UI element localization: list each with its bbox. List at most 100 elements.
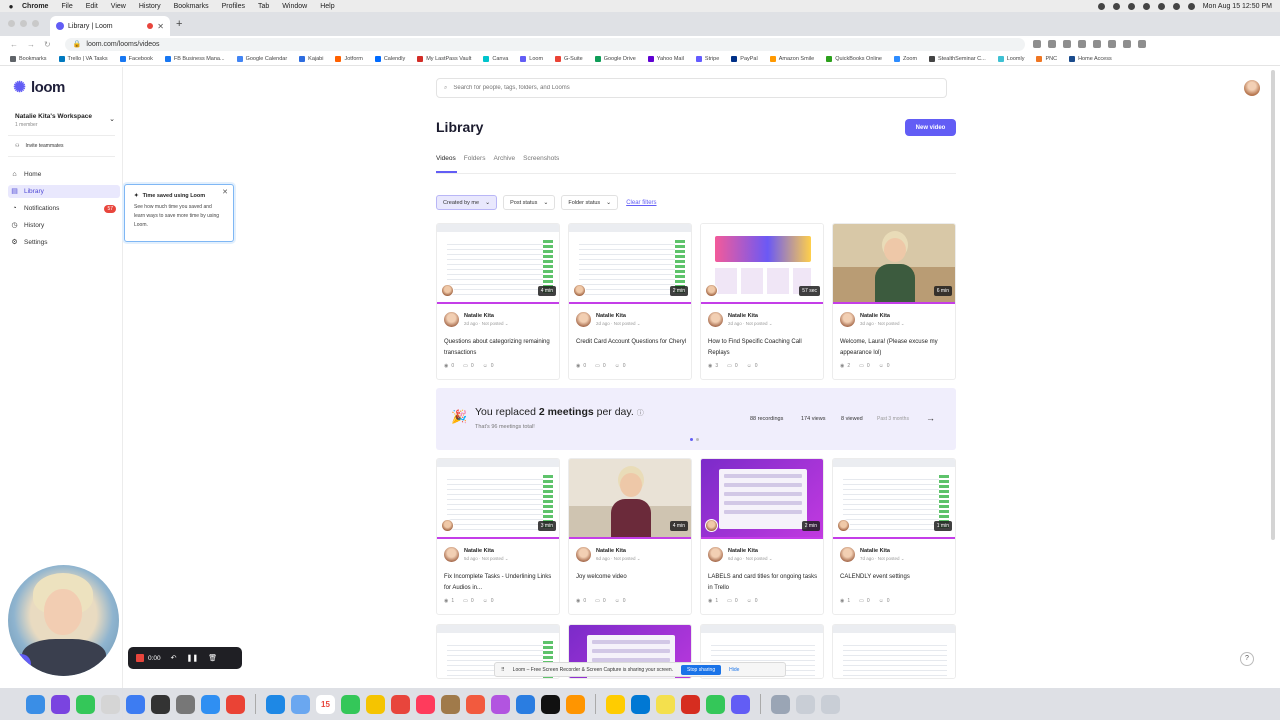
bookmark-item[interactable]: FB Business Mana... <box>164 55 225 62</box>
bookmark-item[interactable]: My LastPass Vault <box>417 55 471 62</box>
video-thumbnail[interactable]: 6 min <box>833 224 955 304</box>
messenger-icon[interactable] <box>631 694 650 714</box>
close-window-icon[interactable] <box>8 20 15 27</box>
bookmark-item[interactable]: QuickBooks Online <box>826 55 882 62</box>
wifi-icon[interactable] <box>1172 2 1180 10</box>
bookmark-item[interactable]: Canva <box>483 55 508 62</box>
pagination-dot[interactable] <box>690 438 693 441</box>
menu-view[interactable]: View <box>111 3 126 10</box>
status-icon[interactable] <box>1097 2 1105 10</box>
post-status[interactable]: Not posted <box>614 321 636 326</box>
video-title[interactable]: Fix Incomplete Tasks - Underlining Links… <box>444 572 556 594</box>
pencil-icon[interactable] <box>606 694 625 714</box>
extension-icon[interactable] <box>1047 40 1056 48</box>
system-preferences-icon[interactable] <box>101 694 120 714</box>
bookmark-item[interactable]: PayPal <box>731 55 758 62</box>
menu-clock[interactable]: Mon Aug 15 12:50 PM <box>1203 3 1272 10</box>
status-icon[interactable] <box>1142 2 1150 10</box>
sidebar-item-home[interactable]: ⌂ Home <box>8 168 120 181</box>
notes-icon[interactable] <box>366 694 385 714</box>
new-video-button[interactable]: New video <box>905 119 956 136</box>
tab-archive[interactable]: Archive <box>493 155 515 162</box>
loom-logo[interactable]: ✺ loom <box>12 79 65 96</box>
time-saved-tooltip[interactable]: ✦ Time saved using Loom See how much tim… <box>124 184 234 242</box>
avatar[interactable] <box>1244 80 1260 96</box>
invite-teammates-button[interactable]: ⚇ Invite teammates <box>15 143 64 149</box>
search-bar[interactable]: ⌕ <box>436 78 947 98</box>
video-card[interactable]: 1 min Natalie Kita 7d ago · Not posted ⌄ CA… <box>832 458 956 615</box>
extension-icon[interactable] <box>1077 40 1086 48</box>
extension-icon[interactable] <box>1107 40 1116 48</box>
menu-edit[interactable]: Edit <box>86 3 98 10</box>
trash-icon[interactable] <box>821 694 840 714</box>
app-store-icon[interactable] <box>126 694 145 714</box>
bookmark-item[interactable]: Amazon Smile <box>769 55 814 62</box>
video-card[interactable]: 57 sec Natalie Kita 2d ago · Not posted ⌄ H… <box>700 223 824 380</box>
lightbulb-icon[interactable] <box>656 694 675 714</box>
reload-icon[interactable]: ↻ <box>44 40 51 49</box>
post-status[interactable]: Not posted <box>746 321 768 326</box>
music-icon[interactable] <box>466 694 485 714</box>
safari-icon[interactable] <box>201 694 220 714</box>
folder-icon[interactable] <box>771 694 790 714</box>
numbers-icon[interactable] <box>706 694 725 714</box>
bookmark-item[interactable]: Home Access <box>1069 55 1112 62</box>
stop-sharing-button[interactable]: Stop sharing <box>681 664 722 675</box>
gear-icon[interactable]: ✺ <box>11 654 31 674</box>
messages-icon[interactable] <box>341 694 360 714</box>
help-button[interactable]: ? <box>1240 652 1254 666</box>
bookmark-item[interactable]: Calendly <box>374 55 405 62</box>
filter-post-status[interactable]: Post status ⌄ <box>503 195 556 210</box>
bookmark-item[interactable]: StealthSeminar C... <box>929 55 986 62</box>
bookmark-item[interactable]: Google Calendar <box>236 55 287 62</box>
video-thumbnail[interactable]: 57 sec <box>701 224 823 304</box>
bookmark-item[interactable]: Stripe <box>695 55 719 62</box>
pause-icon[interactable]: ❚❚ <box>187 654 199 662</box>
video-thumbnail[interactable]: 3 min <box>437 459 559 539</box>
back-icon[interactable]: ← <box>10 40 18 49</box>
video-title[interactable]: LABELS and card titles for ongoing tasks… <box>708 572 820 594</box>
undo-icon[interactable]: ↶ <box>171 654 177 662</box>
menu-tab[interactable]: Tab <box>258 3 269 10</box>
bookmark-item[interactable]: Jotform <box>335 55 363 62</box>
video-card[interactable] <box>832 624 956 679</box>
address-bar[interactable]: 🔒 loom.com/looms/videos <box>64 37 1025 51</box>
trash-icon[interactable]: 🗑 <box>208 654 217 662</box>
minimize-window-icon[interactable] <box>20 20 27 27</box>
sidebar-item-notifications[interactable]: ◔ Notifications 57 <box>8 202 120 215</box>
contacts-icon[interactable] <box>291 694 310 714</box>
video-title[interactable]: Joy welcome video <box>576 572 688 583</box>
status-icon[interactable] <box>1112 2 1120 10</box>
zoom-window-icon[interactable] <box>32 20 39 27</box>
bookmark-item[interactable]: Zoom <box>893 55 917 62</box>
close-tab-icon[interactable]: ✕ <box>157 22 164 31</box>
video-title[interactable]: How to Find Specific Coaching Call Repla… <box>708 337 820 359</box>
bookmark-item[interactable]: Facebook <box>119 55 153 62</box>
bookmark-item[interactable]: Trello | VA Tasks <box>58 55 108 62</box>
facetime-icon[interactable] <box>76 694 95 714</box>
post-status[interactable]: Not posted <box>482 556 504 561</box>
forward-icon[interactable]: → <box>27 40 35 49</box>
extension-icon[interactable] <box>1032 40 1041 48</box>
menu-history[interactable]: History <box>139 3 161 10</box>
sidebar-item-settings[interactable]: ⚙ Settings <box>8 236 120 249</box>
new-tab-icon[interactable]: + <box>176 18 182 30</box>
menu-bookmarks[interactable]: Bookmarks <box>174 3 209 10</box>
clear-filters-link[interactable]: Clear filters <box>626 195 656 210</box>
launchpad-icon[interactable] <box>51 694 70 714</box>
battery-icon[interactable] <box>1187 2 1195 10</box>
downloads-icon[interactable] <box>796 694 815 714</box>
tab-folders[interactable]: Folders <box>464 155 486 162</box>
bookmark-item[interactable]: Yahoo Mail <box>647 55 684 62</box>
books-icon[interactable] <box>566 694 585 714</box>
extension-icon[interactable] <box>1092 40 1101 48</box>
video-thumbnail[interactable]: 1 min <box>833 459 955 539</box>
terminal-icon[interactable] <box>151 694 170 714</box>
bookmark-item[interactable]: PNC <box>1036 55 1057 62</box>
acrobat-icon[interactable] <box>681 694 700 714</box>
video-thumbnail[interactable]: 2 min <box>569 224 691 304</box>
video-card[interactable]: 6 min Natalie Kita 3d ago · Not posted ⌄ We… <box>832 223 956 380</box>
sidebar-item-history[interactable]: ◷ History <box>8 219 120 232</box>
close-icon[interactable]: ✕ <box>222 188 228 196</box>
post-status[interactable]: Not posted <box>878 556 900 561</box>
